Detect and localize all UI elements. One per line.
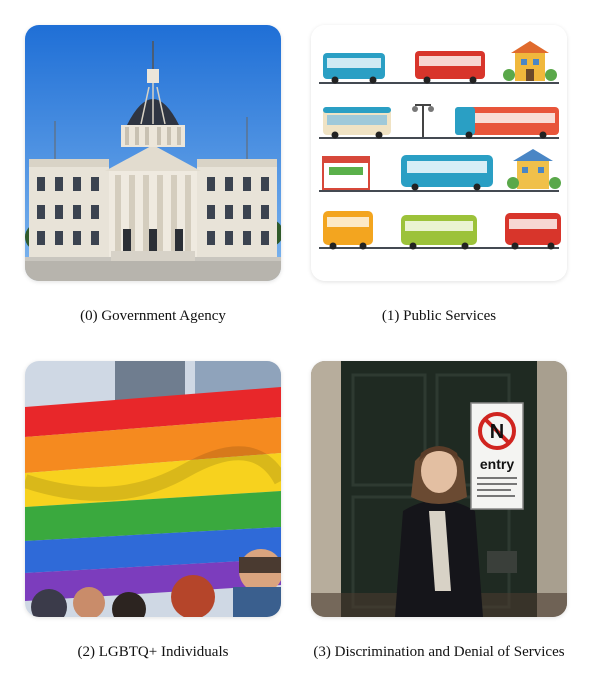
bus-icon (401, 155, 493, 191)
government-building-illustration (25, 25, 281, 281)
caption-government-agency: (0) Government Agency (80, 308, 226, 324)
bus-icon (505, 213, 561, 250)
bus-icon (323, 53, 385, 84)
caption-public-services: (1) Public Services (381, 308, 497, 324)
no-entry-door-illustration: N entry (311, 361, 567, 617)
bus-icon (455, 107, 559, 139)
caption-discrimination: (3) Discrimination and Denial of Service… (313, 644, 565, 660)
bus-icon (401, 215, 477, 250)
public-transport-illustration (311, 25, 567, 281)
sign-word: entry (480, 456, 514, 472)
sign-symbol: N (490, 421, 504, 443)
shelter-icon (322, 156, 370, 190)
government-agency-image (25, 25, 281, 281)
public-services-image (311, 25, 567, 281)
no-entry-sign: N entry (470, 402, 524, 510)
caption-lgbtq-individuals: (2) LGBTQ+ Individuals (77, 644, 229, 660)
discrimination-image: N entry (311, 361, 567, 617)
lgbtq-individuals-image (25, 361, 281, 617)
bus-icon (323, 107, 391, 139)
rainbow-flag-illustration (25, 361, 281, 617)
bus-icon (323, 211, 373, 250)
bus-icon (415, 51, 485, 84)
